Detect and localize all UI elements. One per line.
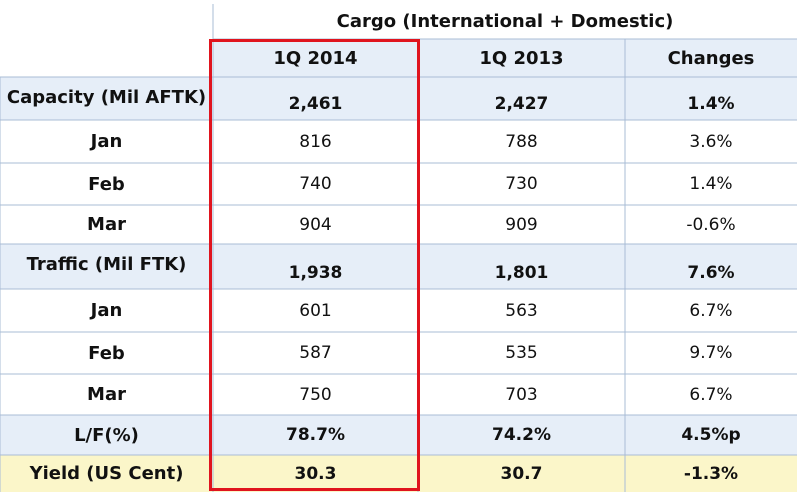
cell-4-2: 7.6%: [687, 263, 735, 283]
cell-3-0: 904: [299, 214, 332, 235]
cell-2-0: 740: [299, 174, 332, 194]
row-label-7: Mar: [87, 384, 126, 405]
cell-8-1: 74.2%: [492, 425, 551, 445]
cell-6-0: 587: [299, 343, 332, 363]
cell-5-1: 563: [505, 300, 538, 321]
cell-3-2: -0.6%: [686, 214, 736, 235]
cell-0-2: 1.4%: [687, 94, 735, 114]
column-header-0: 1Q 2014: [273, 47, 358, 69]
cell-9-1: 30.7: [500, 463, 543, 484]
row-label-4: Traffic (Mil FTK): [26, 254, 187, 275]
cell-7-2: 6.7%: [689, 384, 733, 405]
cell-0-0: 2,461: [288, 94, 343, 114]
row-label-0: Capacity (Mil AFTK): [6, 87, 207, 108]
cell-6-1: 535: [505, 343, 538, 363]
cell-6-2: 9.7%: [689, 343, 733, 363]
cell-2-2: 1.4%: [689, 174, 733, 194]
row-label-5: Jan: [90, 300, 123, 321]
row-label-9: Yield (US Cent): [29, 463, 184, 484]
group-header: Cargo (International + Domestic): [336, 11, 674, 32]
row-label-2: Feb: [88, 173, 125, 195]
cell-3-1: 909: [505, 214, 538, 235]
cell-1-0: 816: [299, 131, 332, 152]
cell-9-2: -1.3%: [683, 463, 739, 484]
column-header-2: Changes: [667, 47, 755, 69]
cell-5-2: 6.7%: [689, 300, 733, 321]
cell-8-0: 78.7%: [286, 425, 345, 445]
cell-8-2: 4.5%p: [681, 425, 741, 445]
cargo-table: Cargo (International + Domestic) 1Q 2014 1…: [0, 0, 797, 496]
cell-2-1: 730: [505, 174, 538, 194]
row-label-1: Jan: [90, 131, 123, 152]
cell-7-1: 703: [505, 384, 538, 405]
column-header-1: 1Q 2013: [479, 47, 564, 69]
cell-9-0: 30.3: [294, 463, 337, 484]
cell-4-1: 1,801: [494, 263, 549, 283]
cell-4-0: 1,938: [288, 263, 343, 283]
cell-0-1: 2,427: [494, 94, 549, 114]
cell-1-1: 788: [505, 131, 538, 152]
cell-5-0: 601: [299, 300, 332, 321]
row-label-3: Mar: [87, 214, 126, 235]
row-label-8: L/F(%): [74, 424, 139, 446]
row-label-6: Feb: [88, 342, 125, 364]
cell-7-0: 750: [299, 384, 332, 405]
cell-1-2: 3.6%: [689, 131, 733, 152]
